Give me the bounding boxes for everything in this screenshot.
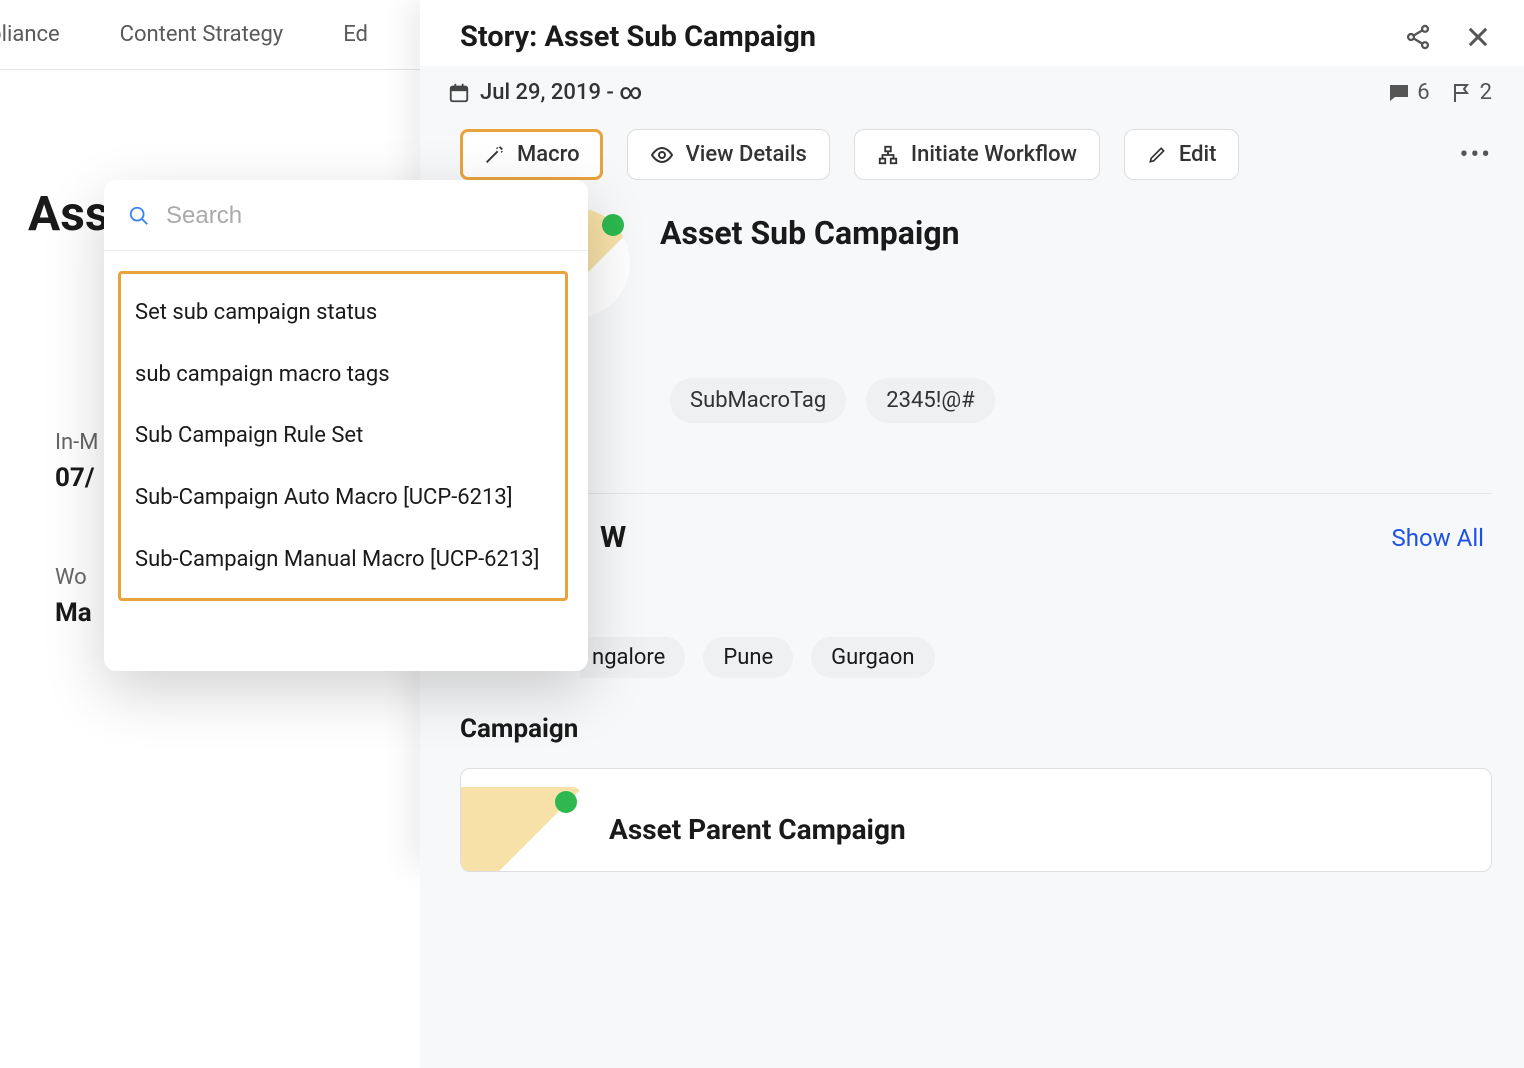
initiate-workflow-button[interactable]: Initiate Workflow [854,129,1100,180]
campaign-thumb [461,787,581,871]
panel-meta: Jul 29, 2019 - ∞ 6 2 [420,66,1524,115]
macro-list: Set sub campaign status sub campaign mac… [118,271,568,601]
status-dot [602,214,624,236]
macro-search-input[interactable] [166,202,566,230]
view-details-button[interactable]: View Details [627,129,830,180]
nav-item-content-strategy[interactable]: Content Strategy [120,22,284,47]
more-menu-icon[interactable]: ••• [1460,140,1492,170]
macro-dropdown: Set sub campaign status sub campaign mac… [104,180,588,671]
search-icon [128,205,150,227]
macro-button[interactable]: Macro [460,129,603,180]
section-w: W [600,520,626,555]
macro-label: Macro [517,142,580,167]
macro-item[interactable]: Sub-Campaign Manual Macro [UCP-6213] [121,529,565,591]
share-icon[interactable] [1404,23,1432,51]
nav-item-ed[interactable]: Ed [343,22,368,47]
nav-item-compliance[interactable]: mpliance [0,22,60,47]
campaign-heading: Campaign [460,714,1492,744]
title-row: Asset Sub Campaign [460,200,1492,318]
parent-campaign-label: Asset Parent Campaign [609,813,906,846]
macro-item[interactable]: sub campaign macro tags [121,344,565,406]
pencil-icon [1147,145,1167,165]
edit-label: Edit [1179,142,1217,167]
initiate-workflow-label: Initiate Workflow [911,142,1077,167]
close-icon[interactable] [1464,23,1492,51]
section-header: W Show All [460,493,1492,555]
city-tag[interactable]: Pune [703,637,793,678]
tag-item[interactable]: SubMacroTag [670,378,846,423]
calendar-icon [448,82,470,104]
eye-icon [650,143,674,167]
parent-campaign-card[interactable]: Asset Parent Campaign [460,768,1492,872]
panel-title: Story: Asset Sub Campaign [460,20,816,54]
macro-item[interactable]: Set sub campaign status [121,282,565,344]
edit-button[interactable]: Edit [1124,129,1240,180]
macro-item[interactable]: Sub Campaign Rule Set [121,405,565,467]
tag-list: SubMacroTag 2345!@# [670,378,1492,423]
wand-icon [483,144,505,166]
macro-item[interactable]: Sub-Campaign Auto Macro [UCP-6213] [121,467,565,529]
date-range: Jul 29, 2019 - ∞ [480,80,642,105]
tag-item[interactable]: 2345!@# [866,378,994,423]
panel-header: Story: Asset Sub Campaign [420,0,1524,66]
show-all-link[interactable]: Show All [1392,524,1484,552]
view-details-label: View Details [686,142,807,167]
main-title: Asset Sub Campaign [660,208,960,252]
hierarchy-icon [877,144,899,166]
status-dot [555,791,577,813]
comments-count[interactable]: 6 [1387,80,1429,105]
city-tag[interactable]: Gurgaon [811,637,934,678]
city-tags: ●ngalore Pune Gurgaon [580,637,1492,678]
flags-count[interactable]: 2 [1450,80,1492,105]
city-tag[interactable]: ●ngalore [580,637,685,678]
